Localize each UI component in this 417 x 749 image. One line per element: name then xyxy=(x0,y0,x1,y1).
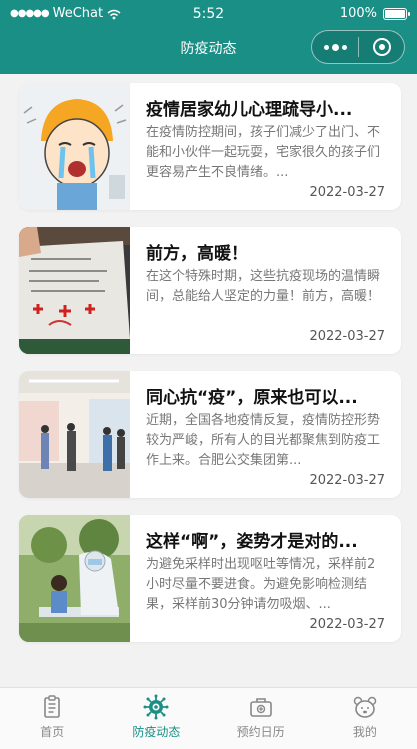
tab-label: 预约日历 xyxy=(236,725,285,739)
article-title: 这样“啊”，姿势才是对的... xyxy=(146,532,358,552)
article-thumbnail xyxy=(19,227,130,354)
tab-label: 我的 xyxy=(352,725,377,739)
status-bar: ●●●●● WeChat 5:52 100% xyxy=(0,0,417,26)
tab-bar: 首页 防疫动态 预约日历 我的 xyxy=(0,687,417,749)
article-thumbnail xyxy=(19,515,130,642)
medical-kit-icon xyxy=(248,694,274,720)
bear-face-icon xyxy=(352,694,378,720)
article-card[interactable]: 同心抗“疫”，原来也可以... 近期，全国各地疫情反复，疫情防控形势较为严峻，所… xyxy=(19,371,401,498)
article-card[interactable]: 疫情居家幼儿心理疏导小... 在疫情防控期间，孩子们减少了出门、不能和小伙伴一起… xyxy=(19,83,401,210)
article-thumbnail xyxy=(19,83,130,210)
close-circle-icon xyxy=(372,38,391,56)
mini-program-capsule xyxy=(311,30,405,64)
battery-icon xyxy=(383,7,410,20)
tab-label: 防疫动态 xyxy=(132,725,181,739)
article-card[interactable]: 前方，高暖！ 在这个特殊时期，这些抗疫现场的温情瞬间，总能给人坚定的力量！前方，… xyxy=(19,227,401,354)
article-summary: 为避免采样时出现呕吐等情况，采样前2小时尽量不要进食。为避免影响检测结果，采样前… xyxy=(146,557,376,612)
tab-home[interactable]: 首页 xyxy=(0,688,104,749)
article-thumbnail xyxy=(19,371,130,498)
tab-booking-calendar[interactable]: 预约日历 xyxy=(209,688,313,749)
article-date: 2022-03-27 xyxy=(309,473,385,488)
tab-epidemic-news[interactable]: 防疫动态 xyxy=(104,688,208,749)
article-title: 前方，高暖！ xyxy=(146,244,248,264)
article-summary: 在这个特殊时期，这些抗疫现场的温情瞬间，总能给人坚定的力量！前方，高暖！ xyxy=(146,269,381,304)
header: ●●●●● WeChat 5:52 100% 防疫动态 xyxy=(0,0,417,74)
article-date: 2022-03-27 xyxy=(309,329,385,344)
article-date: 2022-03-27 xyxy=(309,185,385,200)
more-menu-button[interactable] xyxy=(312,31,358,63)
article-title: 疫情居家幼儿心理疏导小... xyxy=(146,100,353,120)
status-right: 100% xyxy=(339,6,410,21)
article-card[interactable]: 这样“啊”，姿势才是对的... 为避免采样时出现呕吐等情况，采样前2小时尽量不要… xyxy=(19,515,401,642)
virus-icon xyxy=(143,694,169,720)
article-summary: 在疫情防控期间，孩子们减少了出门、不能和小伙伴一起玩耍，宅家很久的孩子们更容易产… xyxy=(146,125,381,180)
tab-label: 首页 xyxy=(40,725,65,739)
clipboard-icon xyxy=(39,694,65,720)
close-button[interactable] xyxy=(359,31,404,63)
article-date: 2022-03-27 xyxy=(309,617,385,632)
tab-profile[interactable]: 我的 xyxy=(313,688,417,749)
article-summary: 近期，全国各地疫情反复，疫情防控形势较为严峻，所有人的目光都聚焦到防疫工作上来。… xyxy=(146,413,381,468)
battery-percent: 100% xyxy=(339,6,377,21)
article-title: 同心抗“疫”，原来也可以... xyxy=(146,388,358,408)
